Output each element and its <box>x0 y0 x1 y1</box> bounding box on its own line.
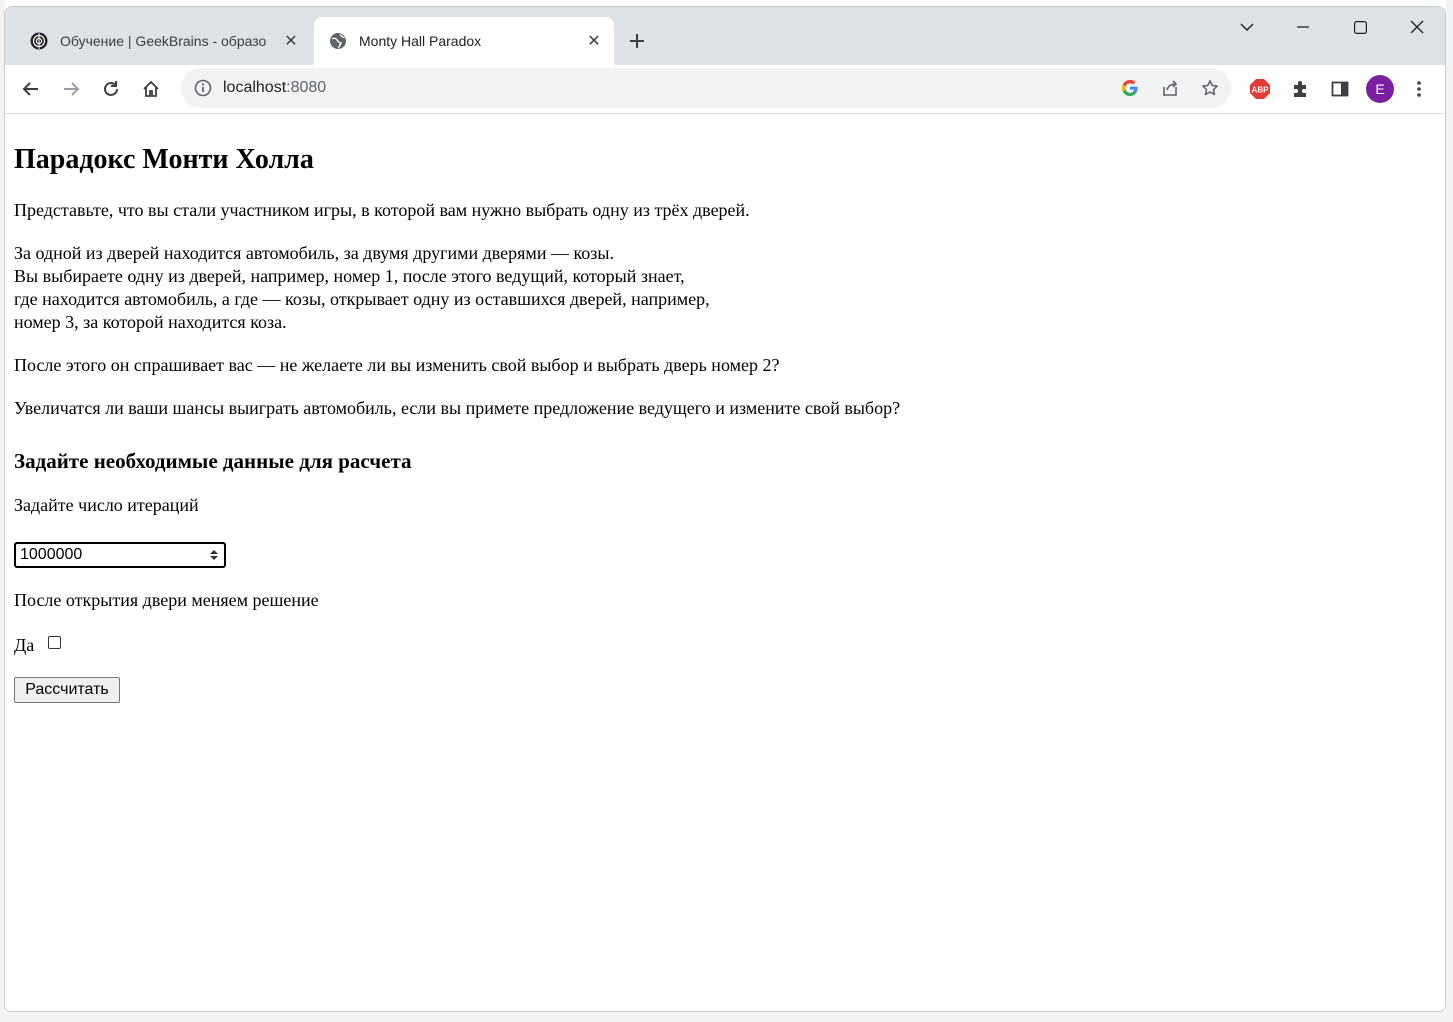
url-text: localhost:8080 <box>223 79 326 97</box>
forward-button[interactable] <box>55 73 87 105</box>
tab-search-button[interactable] <box>1219 7 1275 47</box>
tab-geekbrains[interactable]: Обучение | GeekBrains - образо ✕ <box>15 17 311 65</box>
close-icon[interactable]: ✕ <box>281 31 301 51</box>
menu-kebab-icon[interactable] <box>1403 73 1435 105</box>
iterations-value: 1000000 <box>20 546 83 563</box>
profile-avatar[interactable]: E <box>1364 73 1396 105</box>
close-window-button[interactable] <box>1389 7 1445 47</box>
tab-title: Обучение | GeekBrains - образо <box>60 33 267 49</box>
story-line: Вы выбираете одну из дверей, например, н… <box>14 266 685 286</box>
switch-label: После открытия двери меняем решение <box>14 590 319 610</box>
profile-initial: E <box>1366 75 1394 103</box>
url-port: :8080 <box>286 79 327 96</box>
iterations-label: Задайте число итераций <box>14 495 199 515</box>
background-bottom-strip <box>0 1012 1453 1022</box>
tab-monty-hall[interactable]: Monty Hall Paradox ✕ <box>314 17 614 65</box>
spinner-icon[interactable] <box>208 547 220 563</box>
globe-icon <box>329 32 347 50</box>
browser-toolbar: localhost:8080 ABP E <box>5 65 1445 114</box>
address-bar[interactable]: localhost:8080 <box>181 68 1231 108</box>
tab-strip: Обучение | GeekBrains - образо ✕ Monty H… <box>5 7 1445 65</box>
adblock-label: ABP <box>1252 86 1270 95</box>
minimize-button[interactable] <box>1275 7 1331 47</box>
yes-label: Да <box>14 635 35 655</box>
calculate-button[interactable]: Рассчитать <box>14 677 120 703</box>
story-line: За одной из дверей находится автомобиль,… <box>14 243 614 263</box>
back-button[interactable] <box>15 73 47 105</box>
tab-title: Monty Hall Paradox <box>359 33 482 49</box>
maximize-button[interactable] <box>1332 7 1388 47</box>
form-heading: Задайте необходимые данные для расчета <box>14 449 412 473</box>
page-title: Парадокс Монти Холла <box>14 144 314 175</box>
side-panel-icon[interactable] <box>1324 73 1356 105</box>
background-right-strip <box>1446 0 1453 1022</box>
share-icon[interactable] <box>1161 79 1179 102</box>
info-icon[interactable] <box>194 79 212 102</box>
bookmark-star-icon[interactable] <box>1201 79 1219 102</box>
url-host: localhost <box>223 79 287 96</box>
reload-button[interactable] <box>95 73 127 105</box>
browser-window: Обучение | GeekBrains - образо ✕ Monty H… <box>4 6 1446 1012</box>
page-content: Парадокс Монти Холла Представьте, что вы… <box>5 114 1445 1011</box>
intro-paragraph: Представьте, что вы стали участником игр… <box>14 200 750 220</box>
story-line: где находится автомобиль, а где — козы, … <box>14 289 710 309</box>
home-button[interactable] <box>135 73 167 105</box>
close-icon[interactable]: ✕ <box>584 31 604 51</box>
story-paragraph: За одной из дверей находится автомобиль,… <box>14 242 710 334</box>
extensions-icon[interactable] <box>1284 73 1316 105</box>
adblock-extension-button[interactable]: ABP <box>1244 73 1276 105</box>
question-paragraph-2: Увеличатся ли ваши шансы выиграть автомо… <box>14 398 901 418</box>
iterations-input[interactable]: 1000000 <box>14 542 226 568</box>
geekbrains-icon <box>30 32 48 50</box>
story-line: номер 3, за которой находится коза. <box>14 312 287 332</box>
new-tab-button[interactable] <box>623 27 651 55</box>
google-icon[interactable] <box>1121 79 1139 102</box>
switch-checkbox[interactable] <box>48 636 61 649</box>
question-paragraph: После этого он спрашивает вас — не желае… <box>14 355 780 375</box>
